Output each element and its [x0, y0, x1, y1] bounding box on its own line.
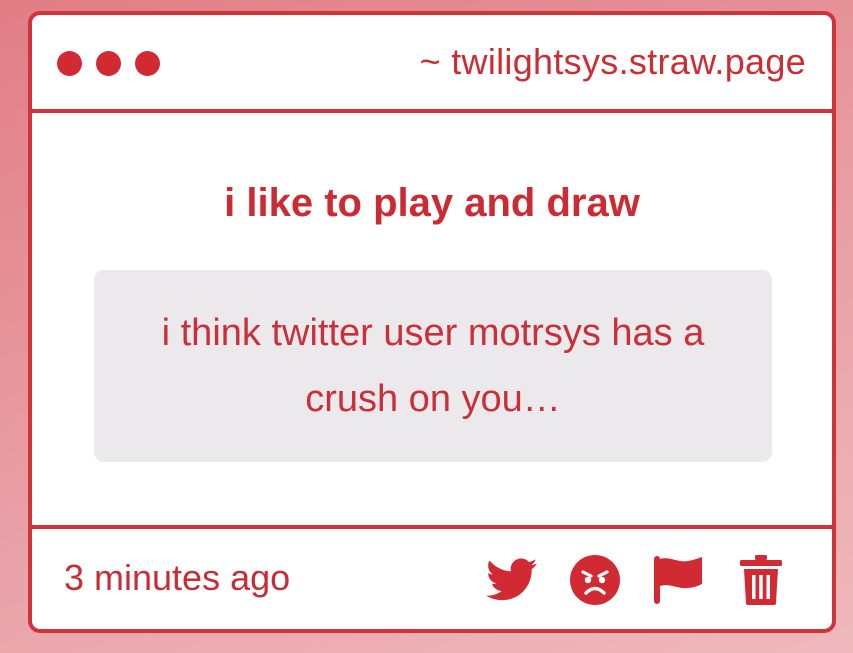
- page-prompt: i like to play and draw: [224, 181, 640, 225]
- window-dots: [57, 51, 160, 76]
- action-bar: [485, 553, 788, 607]
- window-dot-2: [96, 51, 121, 76]
- report-flag-button[interactable]: [651, 553, 705, 607]
- message-card: ~ twilightsys.straw.page i like to play …: [28, 11, 836, 633]
- window-dot-3: [135, 51, 160, 76]
- share-twitter-button[interactable]: [485, 553, 539, 607]
- angry-face-icon: [570, 555, 620, 605]
- window-titlebar: ~ twilightsys.straw.page: [32, 15, 832, 113]
- message-box: i think twitter user motrsys has a crush…: [94, 270, 772, 462]
- card-footer: 3 minutes ago: [32, 525, 832, 629]
- site-address: ~ twilightsys.straw.page: [419, 41, 806, 82]
- trash-icon: [740, 555, 782, 605]
- card-body: i like to play and draw i think twitter …: [32, 113, 832, 523]
- react-angry-button[interactable]: [568, 553, 622, 607]
- delete-button[interactable]: [734, 553, 788, 607]
- window-dot-1: [57, 51, 82, 76]
- flag-icon: [654, 556, 702, 604]
- message-text: i think twitter user motrsys has a crush…: [161, 312, 705, 420]
- twitter-icon: [486, 558, 538, 601]
- timestamp: 3 minutes ago: [64, 557, 291, 598]
